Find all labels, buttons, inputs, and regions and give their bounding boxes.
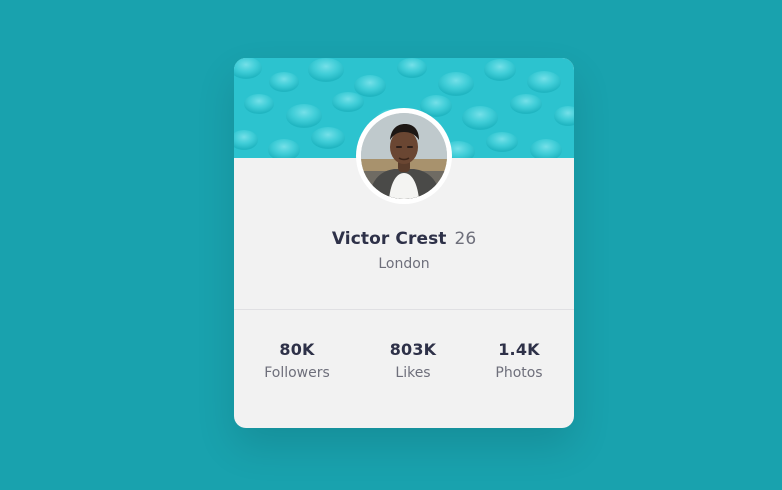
- stat-label: Photos: [495, 365, 543, 381]
- avatar-image: [361, 113, 447, 199]
- stat-likes: 803K Likes: [358, 340, 468, 383]
- profile-name: Victor Crest: [331, 229, 447, 249]
- card-divider: [234, 309, 574, 310]
- profile-city: London: [378, 256, 430, 272]
- profile-age: 26: [454, 229, 477, 249]
- name-line: Victor Crest 26: [234, 228, 574, 250]
- stat-label: Likes: [395, 365, 431, 381]
- stat-value: 803K: [389, 340, 437, 359]
- stat-label: Followers: [264, 365, 330, 381]
- profile-card: Victor Crest 26 London 80K Followers 803K…: [234, 58, 574, 428]
- stat-photos: 1.4K Photos: [464, 340, 574, 383]
- avatar-photo-icon: [361, 113, 447, 199]
- profile-info: Victor Crest 26 London: [234, 228, 574, 274]
- stat-followers: 80K Followers: [242, 340, 352, 383]
- stat-value: 80K: [279, 340, 315, 359]
- stat-value: 1.4K: [498, 340, 540, 359]
- stats-row: 80K Followers 803K Likes 1.4K Photos: [234, 340, 574, 400]
- avatar[interactable]: [356, 108, 452, 204]
